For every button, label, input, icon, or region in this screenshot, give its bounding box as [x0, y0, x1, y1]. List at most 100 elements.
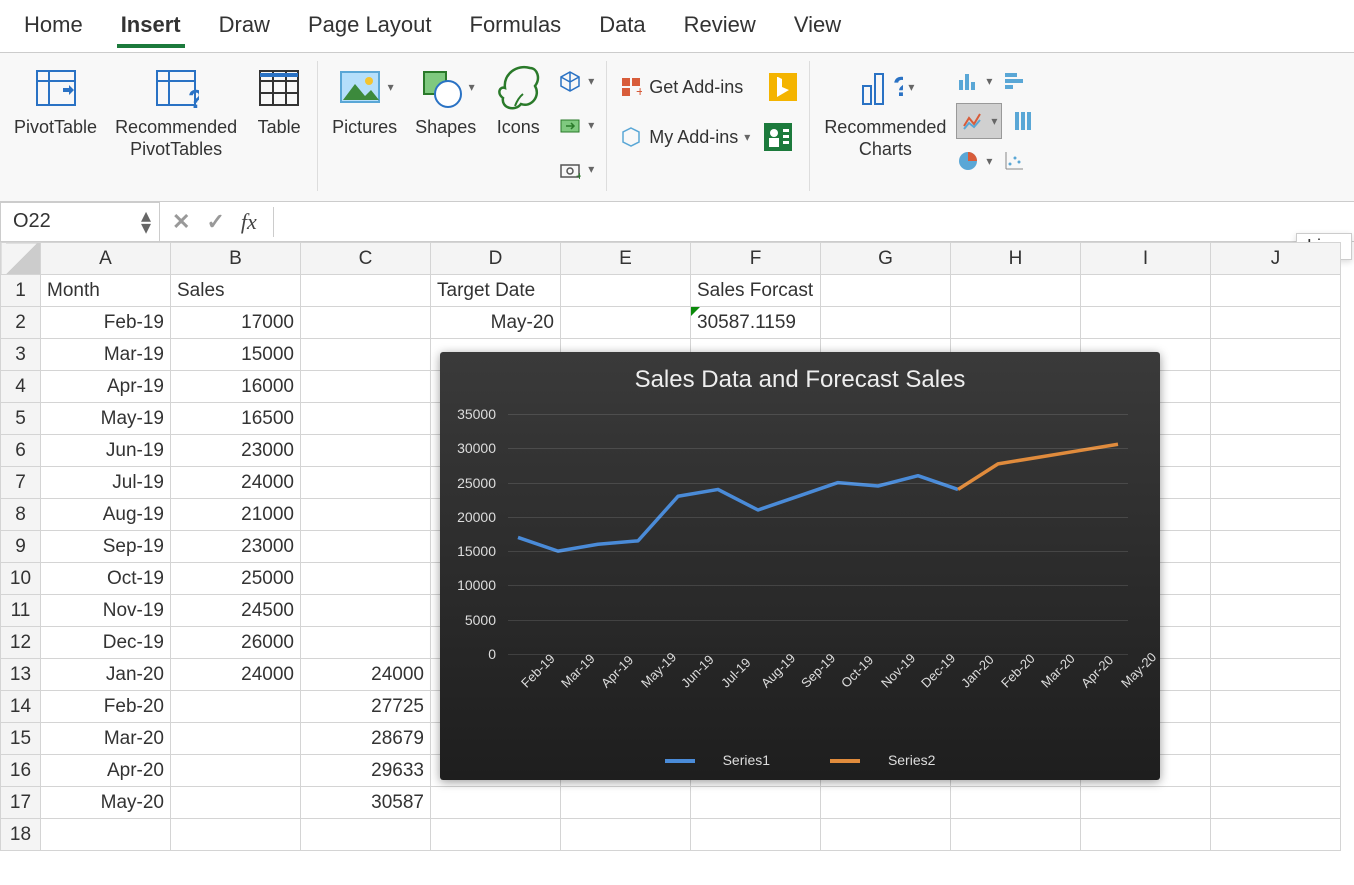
row-header-13[interactable]: 13 — [1, 659, 41, 691]
col-header-J[interactable]: J — [1211, 243, 1341, 275]
pictures-button[interactable]: ▾ Pictures — [330, 61, 399, 141]
cell-A4[interactable]: Apr-19 — [41, 371, 171, 403]
cell-C7[interactable] — [301, 467, 431, 499]
cell-B11[interactable]: 24500 — [171, 595, 301, 627]
cancel-formula-icon[interactable]: ✕ — [172, 209, 190, 235]
icons-button[interactable]: Icons — [492, 61, 544, 141]
cell-C17[interactable]: 30587 — [301, 787, 431, 819]
cell-F18[interactable] — [691, 819, 821, 851]
cell-B8[interactable]: 21000 — [171, 499, 301, 531]
row-header-9[interactable]: 9 — [1, 531, 41, 563]
tab-data[interactable]: Data — [595, 10, 649, 48]
cell-A10[interactable]: Oct-19 — [41, 563, 171, 595]
cell-H2[interactable] — [951, 307, 1081, 339]
cell-A8[interactable]: Aug-19 — [41, 499, 171, 531]
cell-J8[interactable] — [1211, 499, 1341, 531]
cell-J3[interactable] — [1211, 339, 1341, 371]
cell-D1[interactable]: Target Date — [431, 275, 561, 307]
cell-C2[interactable] — [301, 307, 431, 339]
col-header-B[interactable]: B — [171, 243, 301, 275]
bar-chart-button[interactable] — [1002, 63, 1026, 99]
select-all-corner[interactable] — [1, 243, 41, 275]
cell-J12[interactable] — [1211, 627, 1341, 659]
cell-I1[interactable] — [1081, 275, 1211, 307]
cell-B6[interactable]: 23000 — [171, 435, 301, 467]
pivottable-button[interactable]: PivotTable — [12, 61, 99, 141]
cell-B5[interactable]: 16500 — [171, 403, 301, 435]
cell-J13[interactable] — [1211, 659, 1341, 691]
cell-J14[interactable] — [1211, 691, 1341, 723]
name-box[interactable]: O22 ▴▾ — [0, 202, 160, 242]
tab-insert[interactable]: Insert — [117, 10, 185, 48]
cell-C3[interactable] — [301, 339, 431, 371]
smartart-button[interactable]: ▾ — [558, 107, 594, 143]
cell-J4[interactable] — [1211, 371, 1341, 403]
recommended-charts-button[interactable]: ? ▾ Recommended Charts — [822, 61, 948, 162]
col-header-H[interactable]: H — [951, 243, 1081, 275]
name-box-spinner[interactable]: ▴▾ — [141, 210, 151, 234]
cell-A9[interactable]: Sep-19 — [41, 531, 171, 563]
pie-chart-button[interactable]: ▾ — [956, 143, 992, 179]
cell-A16[interactable]: Apr-20 — [41, 755, 171, 787]
cell-A18[interactable] — [41, 819, 171, 851]
col-header-F[interactable]: F — [691, 243, 821, 275]
row-header-11[interactable]: 11 — [1, 595, 41, 627]
row-header-1[interactable]: 1 — [1, 275, 41, 307]
cell-A14[interactable]: Feb-20 — [41, 691, 171, 723]
cell-E17[interactable] — [561, 787, 691, 819]
3dmodels-button[interactable]: ▾ — [558, 63, 594, 99]
cell-G1[interactable] — [821, 275, 951, 307]
scatter-chart-button[interactable] — [1002, 143, 1026, 179]
cell-G18[interactable] — [821, 819, 951, 851]
cell-C14[interactable]: 27725 — [301, 691, 431, 723]
tab-draw[interactable]: Draw — [215, 10, 274, 48]
cell-B7[interactable]: 24000 — [171, 467, 301, 499]
get-addins-button[interactable]: + Get Add-ins — [619, 69, 797, 105]
shapes-button[interactable]: ▾ Shapes — [413, 61, 478, 141]
cell-J5[interactable] — [1211, 403, 1341, 435]
cell-C5[interactable] — [301, 403, 431, 435]
embedded-chart[interactable]: Sales Data and Forecast Sales 0500010000… — [440, 352, 1160, 780]
cell-A7[interactable]: Jul-19 — [41, 467, 171, 499]
table-button[interactable]: Table — [253, 61, 305, 141]
cell-J7[interactable] — [1211, 467, 1341, 499]
row-header-7[interactable]: 7 — [1, 467, 41, 499]
cell-A11[interactable]: Nov-19 — [41, 595, 171, 627]
col-header-D[interactable]: D — [431, 243, 561, 275]
cell-C11[interactable] — [301, 595, 431, 627]
cell-G2[interactable] — [821, 307, 951, 339]
cell-J2[interactable] — [1211, 307, 1341, 339]
cell-E18[interactable] — [561, 819, 691, 851]
cell-F17[interactable] — [691, 787, 821, 819]
recommended-pivottables-button[interactable]: ? Recommended PivotTables — [113, 61, 239, 162]
cell-C16[interactable]: 29633 — [301, 755, 431, 787]
cell-C1[interactable] — [301, 275, 431, 307]
col-header-E[interactable]: E — [561, 243, 691, 275]
cell-A17[interactable]: May-20 — [41, 787, 171, 819]
column-chart-button[interactable]: ▾ — [956, 63, 992, 99]
cell-B12[interactable]: 26000 — [171, 627, 301, 659]
cell-C12[interactable] — [301, 627, 431, 659]
cell-E1[interactable] — [561, 275, 691, 307]
cell-J16[interactable] — [1211, 755, 1341, 787]
screenshot-button[interactable]: +▾ — [558, 151, 594, 187]
cell-D2[interactable]: May-20 — [431, 307, 561, 339]
accept-formula-icon[interactable]: ✓ — [206, 209, 224, 235]
my-addins-button[interactable]: My Add-ins ▾ — [619, 119, 797, 155]
cell-B17[interactable] — [171, 787, 301, 819]
row-header-15[interactable]: 15 — [1, 723, 41, 755]
cell-C6[interactable] — [301, 435, 431, 467]
row-header-17[interactable]: 17 — [1, 787, 41, 819]
cell-J11[interactable] — [1211, 595, 1341, 627]
cell-J6[interactable] — [1211, 435, 1341, 467]
cell-J18[interactable] — [1211, 819, 1341, 851]
cell-F1[interactable]: Sales Forcast — [691, 275, 821, 307]
cell-A5[interactable]: May-19 — [41, 403, 171, 435]
cell-C4[interactable] — [301, 371, 431, 403]
fx-icon[interactable]: fx — [241, 209, 257, 235]
col-header-A[interactable]: A — [41, 243, 171, 275]
cell-B1[interactable]: Sales — [171, 275, 301, 307]
col-header-I[interactable]: I — [1081, 243, 1211, 275]
cell-J1[interactable] — [1211, 275, 1341, 307]
cell-C8[interactable] — [301, 499, 431, 531]
